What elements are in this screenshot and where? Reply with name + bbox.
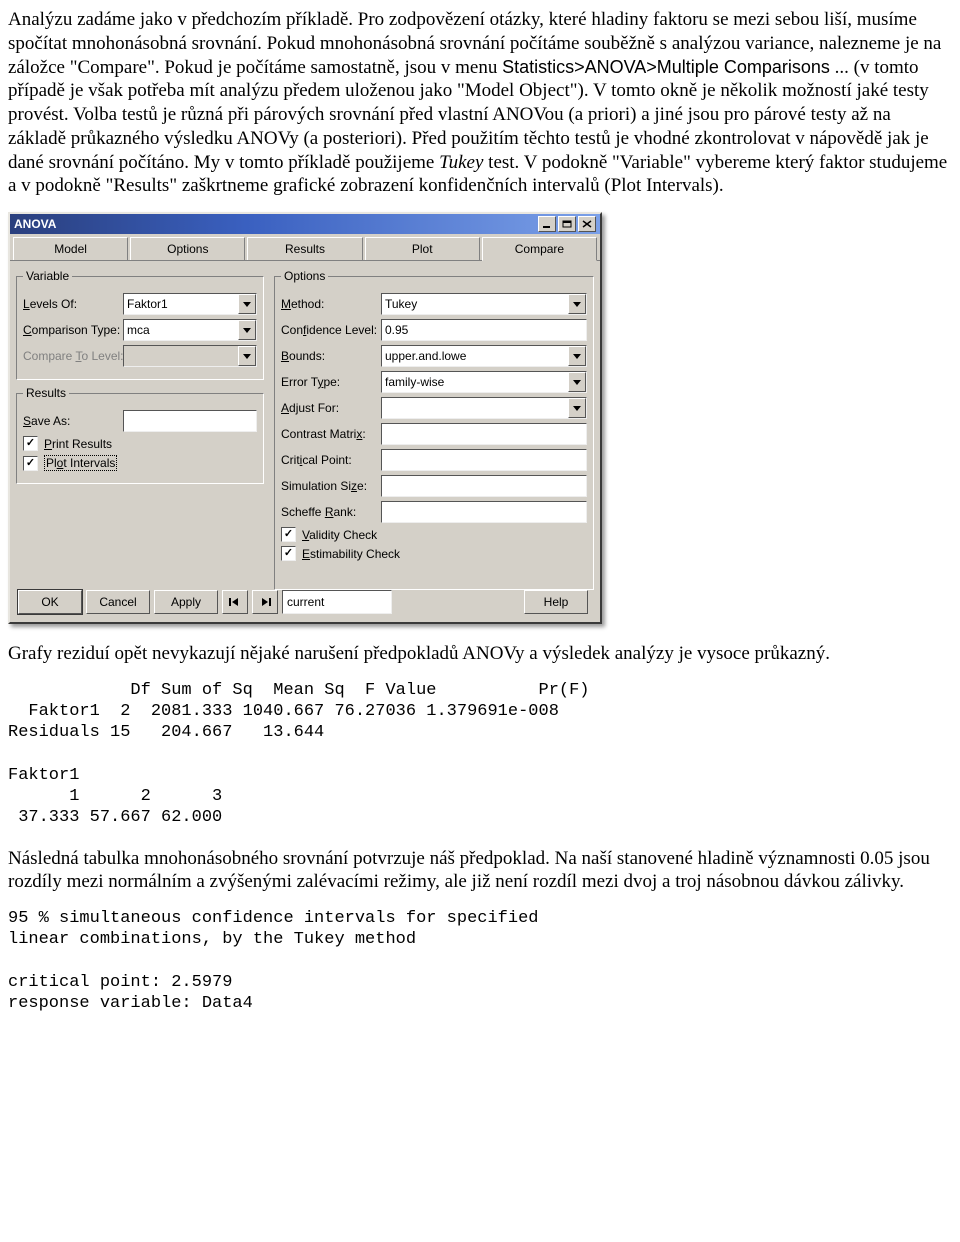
minimize-button[interactable]: [538, 216, 556, 232]
confidence-level-label: Confidence Level:: [281, 323, 381, 337]
plot-intervals-checkbox[interactable]: Plot Intervals: [23, 455, 257, 471]
validity-check-label: Validity Check: [302, 528, 377, 542]
checkbox-icon: [281, 527, 296, 542]
conclusion-paragraph: Následná tabulka mnohonásobného srovnání…: [8, 847, 952, 895]
error-type-input[interactable]: family-wise: [381, 371, 587, 393]
variable-group: Variable Levels Of: Faktor1 Comparison T…: [16, 269, 264, 380]
checkbox-icon: [281, 546, 296, 561]
options-legend: Options: [281, 269, 328, 283]
bounds-label: Bounds:: [281, 349, 381, 363]
estimability-check-checkbox[interactable]: Estimability Check: [281, 546, 587, 561]
variable-legend: Variable: [23, 269, 72, 283]
prev-button[interactable]: [222, 590, 248, 614]
levels-of-label: Levels Of:: [23, 297, 123, 311]
compare-to-level-label: Compare To Level:: [23, 349, 123, 363]
save-as-label: Save As:: [23, 414, 123, 428]
bounds-input[interactable]: upper.and.lowe: [381, 345, 587, 367]
comparison-type-input[interactable]: mca: [123, 319, 257, 341]
titlebar-text: ANOVA: [14, 217, 56, 231]
scheffe-rank-label: Scheffe Rank:: [281, 505, 381, 519]
titlebar[interactable]: ANOVA: [10, 214, 600, 234]
scheffe-rank-input[interactable]: [381, 501, 587, 523]
adjust-for-input[interactable]: [381, 397, 587, 419]
checkbox-icon: [23, 456, 38, 471]
adjust-for-label: Adjust For:: [281, 401, 381, 415]
tab-plot[interactable]: Plot: [365, 237, 480, 260]
results-group: Results Save As: Print Results Plot Inte…: [16, 386, 264, 484]
dropdown-icon[interactable]: [568, 346, 586, 366]
comparison-type-label: Comparison Type:: [23, 323, 123, 337]
error-type-label: Error Type:: [281, 375, 381, 389]
maximize-button[interactable]: [558, 216, 576, 232]
tab-row: Model Options Results Plot Compare: [10, 234, 600, 261]
anova-dialog: ANOVA Model Options Results Plot Compare…: [8, 212, 602, 624]
confidence-level-input[interactable]: 0.95: [381, 319, 587, 341]
current-page-field[interactable]: current: [282, 590, 392, 614]
print-results-label: Print Results: [44, 437, 112, 451]
print-results-checkbox[interactable]: Print Results: [23, 436, 257, 451]
estimability-check-label: Estimability Check: [302, 547, 400, 561]
tab-results[interactable]: Results: [247, 237, 362, 260]
results-legend: Results: [23, 386, 69, 400]
plot-intervals-label: Plot Intervals: [44, 455, 117, 471]
tab-options[interactable]: Options: [130, 237, 245, 260]
close-icon: [582, 220, 592, 228]
maximize-icon: [562, 220, 572, 228]
prev-icon: [228, 597, 242, 607]
dropdown-icon: [238, 346, 256, 366]
next-button[interactable]: [252, 590, 278, 614]
tab-model[interactable]: Model: [13, 237, 128, 260]
close-button[interactable]: [578, 216, 596, 232]
ok-button[interactable]: OK: [18, 590, 82, 614]
help-button[interactable]: Help: [524, 590, 588, 614]
apply-button[interactable]: Apply: [154, 590, 218, 614]
levels-of-input[interactable]: Faktor1: [123, 293, 257, 315]
simulation-size-label: Simulation Size:: [281, 479, 381, 493]
critical-point-input[interactable]: [381, 449, 587, 471]
method-label: Method:: [281, 297, 381, 311]
dropdown-icon[interactable]: [568, 294, 586, 314]
dropdown-icon[interactable]: [238, 294, 256, 314]
simulation-size-input[interactable]: [381, 475, 587, 497]
tab-compare[interactable]: Compare: [482, 237, 597, 261]
dropdown-icon[interactable]: [238, 320, 256, 340]
cancel-button[interactable]: Cancel: [86, 590, 150, 614]
method-input[interactable]: Tukey: [381, 293, 587, 315]
menu-path: Statistics>ANOVA>Multiple Comparisons: [502, 57, 830, 77]
options-group: Options Method: Tukey Confidence Level: …: [274, 269, 594, 590]
test-name: Tukey: [439, 152, 483, 173]
save-as-input[interactable]: [123, 410, 257, 432]
intro-paragraph: Analýzu zadáme jako v předchozím příklad…: [8, 8, 952, 198]
validity-check-checkbox[interactable]: Validity Check: [281, 527, 587, 542]
contrast-matrix-label: Contrast Matrix:: [281, 427, 381, 441]
critical-point-label: Critical Point:: [281, 453, 381, 467]
contrast-matrix-input[interactable]: [381, 423, 587, 445]
minimize-icon: [542, 220, 552, 228]
checkbox-icon: [23, 436, 38, 451]
tukey-output: 95 % simultaneous confidence intervals f…: [8, 908, 952, 1014]
dropdown-icon[interactable]: [568, 372, 586, 392]
dropdown-icon[interactable]: [568, 398, 586, 418]
compare-to-level-input: [123, 345, 257, 367]
next-icon: [258, 597, 272, 607]
residual-paragraph: Grafy reziduí opět nevykazují nějaké nar…: [8, 642, 952, 666]
anova-output-table: Df Sum of Sq Mean Sq F Value Pr(F) Fakto…: [8, 680, 952, 829]
